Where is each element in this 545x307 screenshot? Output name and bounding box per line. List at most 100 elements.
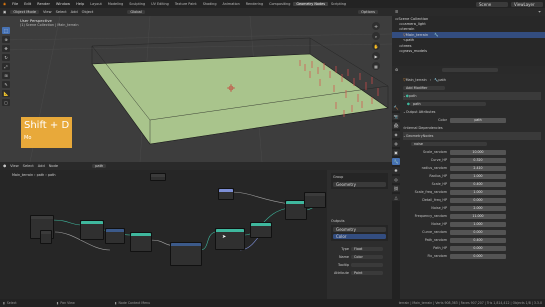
node-menu-select[interactable]: Select [23,164,34,168]
select-box-icon[interactable]: ⬚ [2,27,10,34]
tab-sculpting[interactable]: Sculpting [126,2,148,6]
tab-uv-editing[interactable]: UV Editing [148,2,172,6]
ortho-grid-icon[interactable]: ▦ [372,62,380,70]
modifier-input-field[interactable]: 11.000 [450,213,506,219]
node-menu-view[interactable]: View [10,164,19,168]
node-join-geometry[interactable] [250,222,272,238]
geometry-nodes-modifier-header[interactable]: ⌄ GeometryNodes [403,132,541,140]
viewport-options-button[interactable]: Options [358,10,378,14]
physics-tab-icon[interactable]: ◎ [392,176,400,183]
node-menu-add[interactable]: Add [38,164,45,168]
modifier-input-field[interactable]: 0.000 [450,253,506,259]
tab-modeling[interactable]: Modeling [105,2,126,6]
node-value[interactable] [150,173,166,181]
modifier-panel-header[interactable]: ⌄ ⬢ path [403,92,541,100]
tab-shading[interactable]: Shading [200,2,220,6]
editor-type-icon[interactable]: ▣ [3,10,6,14]
modifier-input-field[interactable]: 1.000 [450,173,506,179]
modifier-input-field[interactable]: 1.000 [450,189,506,195]
tab-layout[interactable]: Layout [87,2,105,6]
socket-tooltip-field[interactable] [351,263,383,267]
transform-orientation-dropdown[interactable]: Global [127,10,145,14]
modifier-input-field[interactable]: 10.000 [450,149,506,155]
tab-texture-paint[interactable]: Texture Paint [172,2,200,6]
output-color-item[interactable]: Color [333,234,386,239]
menu-help[interactable]: Help [73,2,87,6]
node-group-output[interactable] [304,192,326,208]
render-tab-icon[interactable]: 📷 [392,113,400,120]
zoom-icon[interactable]: ⌕ [372,32,380,40]
measure-icon[interactable]: 📐 [2,90,10,97]
node-transform[interactable] [170,242,202,266]
tab-geometry-nodes[interactable]: Geometry Nodes [293,2,328,6]
add-modifier-button[interactable]: Add Modifier [403,84,545,92]
node-math-a[interactable] [105,228,125,244]
node-frame-small[interactable] [40,230,52,244]
node-sample[interactable] [218,188,234,200]
scene-tab-icon[interactable]: ◈ [392,131,400,138]
node-tree-selector[interactable]: path [92,164,107,168]
modifier-input-field[interactable]: 0.400 [450,237,506,243]
output-geometry-item[interactable]: Geometry [333,227,386,232]
scene-selector[interactable]: Scene [476,1,508,7]
modifier-input-field[interactable]: 0.320 [450,157,506,163]
viewport-menu-add[interactable]: Add [71,10,78,14]
viewport-menu-view[interactable]: View [43,10,52,14]
menu-edit[interactable]: Edit [21,2,34,6]
node-curve-to-mesh[interactable] [130,232,152,252]
blender-logo-icon[interactable]: ◉ [0,2,9,6]
add-cube-icon[interactable]: ▢ [2,99,10,106]
viewport-menu-select[interactable]: Select [56,10,67,14]
noise-selector[interactable]: noise [403,140,545,148]
modifier-tab-icon[interactable]: 🔧 [392,158,400,165]
node-editor-type-icon[interactable]: ⬢ [3,164,6,168]
modifier-input-field[interactable]: 1.000 [450,221,506,227]
tab-rendering[interactable]: Rendering [243,2,266,6]
annotate-icon[interactable]: ✎ [2,81,10,88]
axis-gizmo-icon[interactable]: ✛ [372,22,380,30]
node-group-selector[interactable]: ⬢ path [403,100,545,108]
socket-name-field[interactable]: Color [351,255,383,259]
tab-scripting[interactable]: Scripting [328,2,349,6]
properties-editor-icon[interactable]: ⚙ [395,68,398,72]
tab-animation[interactable]: Animation [219,2,242,6]
modifier-input-field[interactable]: 0.400 [450,181,506,187]
particles-tab-icon[interactable]: ✺ [392,167,400,174]
node-instance[interactable] [215,228,245,250]
world-tab-icon[interactable]: ◍ [392,140,400,147]
node-menu-node[interactable]: Node [49,164,58,168]
move-icon[interactable]: ✥ [2,45,10,52]
geometry-socket-item[interactable]: Geometry [333,182,386,187]
color-attribute-field[interactable]: path [450,117,506,123]
modifier-input-field[interactable]: 2.000 [450,205,506,211]
object-mode-dropdown[interactable]: Object Mode [10,10,40,14]
navigation-gizmo[interactable]: ✛ ⌕ ✋ ▶ ▦ [372,22,380,70]
rotate-icon[interactable]: ↻ [2,54,10,61]
outliner-editor-icon[interactable]: ☰ [395,10,398,14]
outliner-row[interactable]: ▭ grass_models [392,48,545,53]
object-tab-icon[interactable]: ▣ [392,149,400,156]
filter-icon[interactable]: ⏷ [538,10,541,14]
tool-tab-icon[interactable]: 🔨 [392,104,400,111]
modifier-input-field[interactable]: 2.410 [450,165,506,171]
output-tab-icon[interactable]: 🖨 [392,122,400,129]
viewport-menu-object[interactable]: Object [82,10,94,14]
modifier-input-field[interactable]: 0.000 [450,245,506,251]
cursor-icon[interactable]: ⊕ [2,36,10,43]
tab-compositing[interactable]: Compositing [266,2,293,6]
properties-search[interactable] [442,68,499,72]
camera-view-icon[interactable]: ▶ [372,52,380,60]
constraints-tab-icon[interactable]: ⛓ [392,185,400,192]
view-layer-selector[interactable]: ViewLayer [511,1,543,7]
socket-type-dropdown[interactable]: Float [351,247,383,251]
internal-dependencies-subpanel[interactable]: › Internal Dependencies [403,124,545,132]
pan-hand-icon[interactable]: ✋ [372,42,380,50]
modifier-input-field[interactable]: 0.000 [450,229,506,235]
modifier-input-field[interactable]: 0.000 [450,197,506,203]
socket-attribute-dropdown[interactable]: Point [351,271,383,275]
scale-icon[interactable]: ⤢ [2,63,10,70]
data-tab-icon[interactable]: △ [392,194,400,201]
menu-render[interactable]: Render [34,2,53,6]
menu-window[interactable]: Window [53,2,73,6]
transform-icon[interactable]: ⊞ [2,72,10,79]
